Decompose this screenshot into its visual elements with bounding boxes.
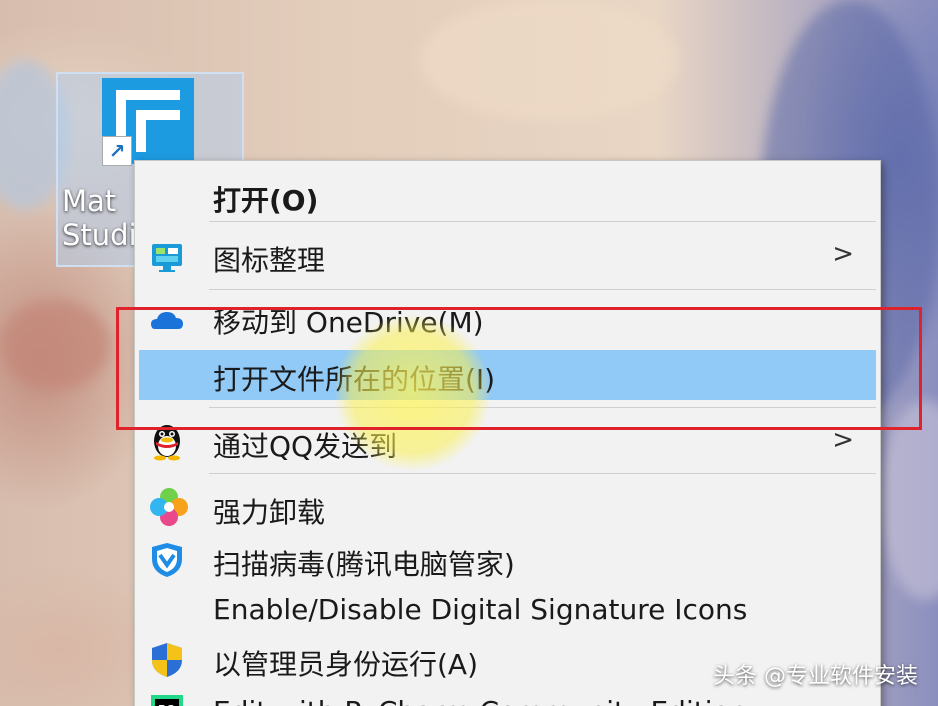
menu-item-open[interactable]: 打开(O) [139,169,876,221]
menu-item-force-uninstall[interactable]: 强力卸载 [139,479,876,535]
menu-separator [209,289,876,290]
menu-item-icon-organize[interactable]: 图标整理 > [139,227,876,285]
shortcut-label-line2: Studi [62,218,137,252]
menu-item-label: 以管理员身份运行(A) [213,648,479,681]
desktop: ↗ Mat Studi 打开(O) 图标整理 > 移动到 OneDrive(M)… [0,0,938,706]
desktop-organizer-icon [149,239,185,275]
wallpaper-blob [0,300,110,390]
annotation-box [116,307,922,430]
menu-separator [209,473,876,474]
pycharm-icon: PC [149,693,185,706]
menu-item-label: Enable/Disable Digital Signature Icons [213,593,748,626]
shortcut-label-line1: Mat [62,184,117,218]
wallpaper-blob [420,0,680,120]
menu-item-scan-virus[interactable]: 扫描病毒(腾讯电脑管家) [139,535,876,585]
uac-shield-icon [149,641,185,677]
menu-item-label: 扫描病毒(腾讯电脑管家) [213,548,515,581]
menu-item-label: Edit with PyCharm Community Edition [213,695,747,706]
chevron-right-icon: > [832,239,854,269]
tencent-shield-icon [149,541,185,577]
wallpaper-blob [880,400,938,600]
shortcut-arrow-icon: ↗ [102,136,132,166]
menu-separator [209,221,876,222]
context-menu: 打开(O) 图标整理 > 移动到 OneDrive(M) 通过QQ发送到 > 强… [134,160,881,706]
menu-item-digital-signature[interactable]: Enable/Disable Digital Signature Icons [139,585,876,635]
menu-item-label: 打开(O) [213,184,319,217]
menu-item-label: 强力卸载 [213,496,326,529]
watermark: 头条 @专业软件安装 [713,664,918,689]
uninstall-flower-icon [149,487,188,526]
menu-item-label: 图标整理 [213,244,326,277]
